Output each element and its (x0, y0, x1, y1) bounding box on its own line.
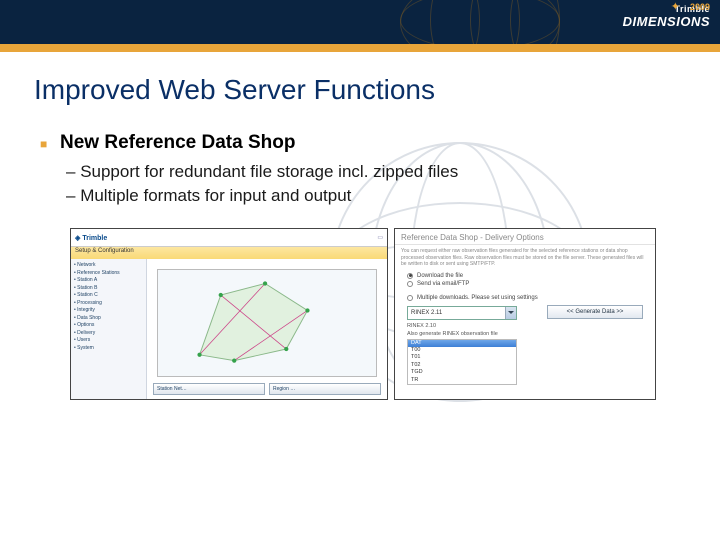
tree-item: • Station A (74, 277, 143, 285)
screenshot-row: ◈ Trimble ▭ Setup & Configuration • Netw… (34, 228, 686, 400)
star-icon: ✦ (671, 0, 680, 13)
section-bullet: ■ New Reference Data Shop (40, 132, 686, 154)
app-header-bar: ◈ Trimble ▭ (71, 229, 387, 247)
tree-item: • Station B (74, 285, 143, 293)
format-list: DAT T00 T01 T02 TGD TR (407, 339, 517, 386)
section-heading: New Reference Data Shop (60, 132, 295, 154)
radio-option: Send via email/FTP (395, 280, 655, 288)
panel-title: Reference Data Shop - Delivery Options (395, 229, 655, 245)
sub-bullet-item: Multiple formats for input and output (66, 186, 686, 206)
panel-intro-text: You can request either raw observation f… (395, 245, 655, 272)
tree-item: • System (74, 345, 143, 353)
list-item: TGD (408, 369, 516, 376)
list-item: DAT (408, 340, 516, 347)
tree-item: • Data Shop (74, 315, 143, 323)
slide-title: Improved Web Server Functions (34, 74, 686, 106)
chevron-down-icon (505, 307, 516, 319)
format-select: RINEX 2.11 (407, 306, 517, 320)
list-item: T02 (408, 362, 516, 369)
radio-icon (407, 273, 413, 279)
option-line: Also generate RINEX observation file (407, 331, 643, 337)
tree-item: • Reference Stations (74, 270, 143, 278)
screenshot-map-view: ◈ Trimble ▭ Setup & Configuration • Netw… (70, 228, 388, 400)
screenshot-delivery-options: Reference Data Shop - Delivery Options Y… (394, 228, 656, 400)
bullet-marker-icon: ■ (40, 137, 50, 151)
list-item: T00 (408, 347, 516, 354)
generate-data-button: << Generate Data >> (547, 305, 643, 319)
list-item: TR (408, 377, 516, 384)
radio-option: Download the file (395, 272, 655, 280)
map-dropdown: Region … (269, 383, 381, 395)
slide-header: ✦ 2009 Trimble DIMENSIONS (0, 0, 720, 44)
map-panel: Station Net… Region … (147, 259, 387, 399)
map-dropdown: Station Net… (153, 383, 265, 395)
sub-bullet-item: Support for redundant file storage incl.… (66, 162, 686, 182)
option-line: RINEX 2.10 (407, 323, 643, 329)
tree-item: • Delivery (74, 330, 143, 338)
radio-icon (407, 295, 413, 301)
radio-option: Multiple downloads. Please set using set… (395, 294, 655, 302)
event-year: 2009 (690, 2, 710, 12)
tree-item: • Integrity (74, 307, 143, 315)
tree-item: • Users (74, 337, 143, 345)
header-globe-graphic (400, 0, 560, 44)
event-name: DIMENSIONS (623, 14, 710, 29)
header-accent-bar (0, 44, 720, 52)
map-canvas (157, 269, 377, 377)
tree-item: • Network (74, 262, 143, 270)
list-item: T01 (408, 354, 516, 361)
tree-item: • Processing (74, 300, 143, 308)
app-tab-bar: Setup & Configuration (71, 247, 387, 259)
window-control-icon: ▭ (377, 234, 383, 241)
sub-bullet-list: Support for redundant file storage incl.… (66, 162, 686, 206)
tree-item: • Station C (74, 292, 143, 300)
map-footer-controls: Station Net… Region … (147, 383, 387, 397)
tree-item: • Options (74, 322, 143, 330)
event-logo: ✦ 2009 Trimble DIMENSIONS (623, 4, 710, 29)
radio-icon (407, 281, 413, 287)
nav-tree: • Network • Reference Stations • Station… (71, 259, 147, 399)
app-logo: ◈ Trimble (75, 234, 107, 242)
select-value: RINEX 2.11 (408, 310, 505, 316)
